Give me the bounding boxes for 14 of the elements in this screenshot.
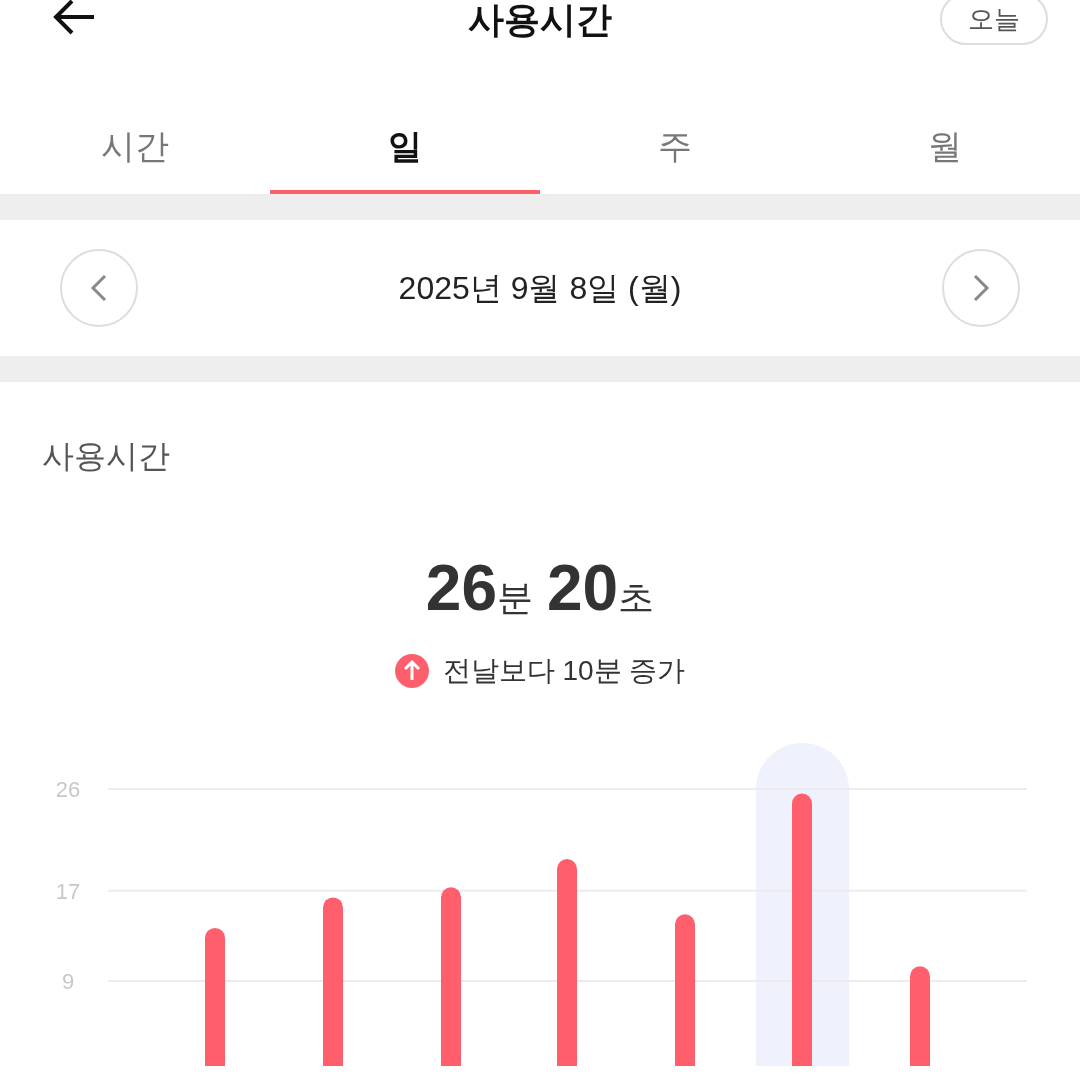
page-title: 사용시간 <box>468 0 612 42</box>
period-tab[interactable]: 월 <box>810 102 1080 194</box>
today-button[interactable]: 오늘 <box>940 0 1048 45</box>
usage-total: 26분 20초 <box>425 551 655 626</box>
period-tab[interactable]: 시간 <box>0 102 270 194</box>
date-label: 2025년 9월 8일 (월) <box>398 269 682 308</box>
chevron-left-icon <box>90 273 108 303</box>
next-day-button[interactable] <box>942 249 1020 327</box>
change-text: 전날보다 10분 증가 <box>442 654 686 688</box>
section-heading: 사용시간 <box>42 438 170 474</box>
chevron-right-icon <box>972 273 990 303</box>
period-tab[interactable]: 주 <box>540 102 810 194</box>
back-arrow-icon[interactable] <box>52 0 96 35</box>
previous-day-button[interactable] <box>60 249 138 327</box>
